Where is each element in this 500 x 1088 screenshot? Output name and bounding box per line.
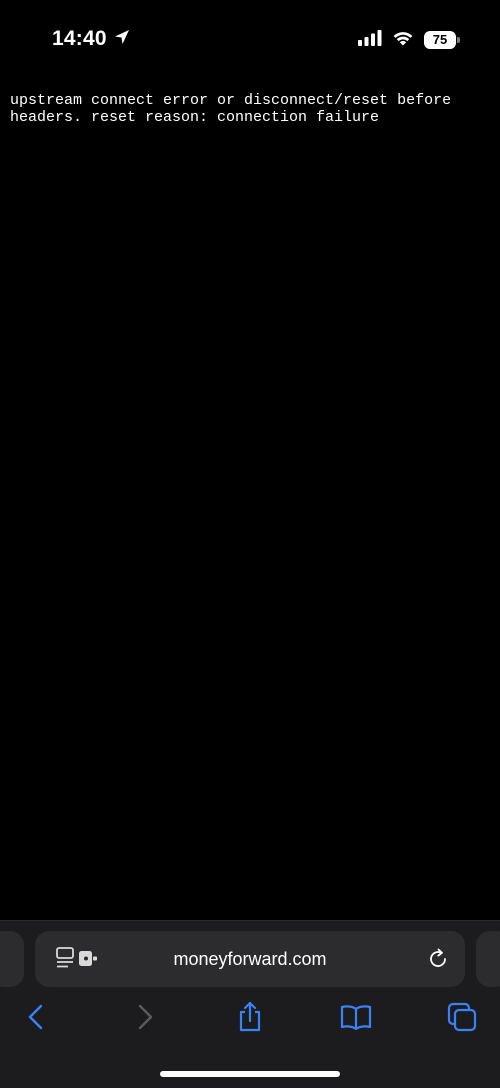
battery-tip	[457, 37, 460, 43]
reload-icon[interactable]	[427, 948, 449, 970]
chevron-right-icon	[135, 1004, 155, 1035]
wifi-icon	[392, 29, 414, 51]
forward-button[interactable]	[125, 999, 165, 1039]
safari-bottom-bar: moneyforward.com	[0, 920, 500, 1088]
status-bar: 14:40 75	[0, 0, 500, 80]
tabs-button[interactable]	[442, 999, 482, 1039]
home-indicator	[160, 1071, 340, 1077]
back-button[interactable]	[16, 999, 56, 1039]
bookmarks-button[interactable]	[336, 999, 376, 1039]
share-icon	[237, 1001, 263, 1038]
next-tab-peek[interactable]	[476, 931, 500, 987]
status-indicators: 75	[358, 29, 460, 51]
tabs-icon	[447, 1002, 477, 1037]
battery-indicator: 75	[424, 31, 460, 49]
battery-level: 75	[432, 32, 448, 47]
status-time-group: 14:40	[52, 27, 131, 51]
safari-toolbar	[0, 999, 500, 1045]
page-content: upstream connect error or disconnect/res…	[10, 92, 495, 126]
status-time: 14:40	[52, 27, 107, 50]
share-button[interactable]	[230, 999, 270, 1039]
address-url[interactable]: moneyforward.com	[35, 931, 465, 987]
cellular-signal-icon	[358, 29, 382, 51]
error-message: upstream connect error or disconnect/res…	[10, 92, 461, 126]
book-icon	[340, 1004, 372, 1035]
previous-tab-peek[interactable]	[0, 931, 24, 987]
address-bar[interactable]: moneyforward.com	[35, 931, 465, 987]
location-arrow-icon	[113, 28, 131, 51]
chevron-left-icon	[26, 1004, 46, 1035]
